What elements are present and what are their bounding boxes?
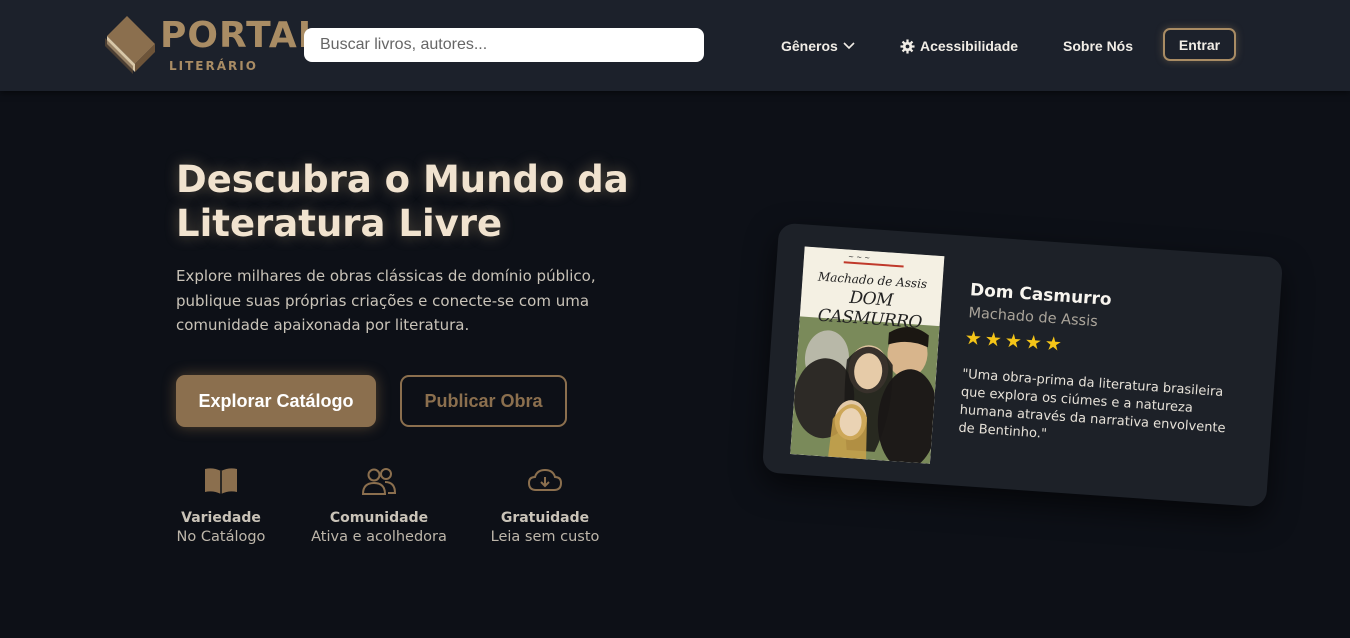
star-icon: ★ bbox=[983, 328, 1003, 352]
gear-icon bbox=[900, 38, 915, 54]
cover-publisher-mark: ~ ~ ~ bbox=[847, 252, 871, 263]
hero-description: Explore milhares de obras clássicas de d… bbox=[176, 267, 596, 334]
book-quote: "Uma obra-prima da literatura brasileira… bbox=[957, 366, 1227, 442]
book-logo-icon bbox=[105, 16, 155, 74]
users-icon bbox=[361, 468, 397, 495]
star-icon: ★ bbox=[1023, 331, 1043, 355]
logo-title: PORTAL bbox=[160, 15, 322, 56]
nav-generos-label: Gêneros bbox=[781, 38, 838, 54]
top-navbar: PORTAL LITERÁRIO Gêneros Acessibilidade … bbox=[0, 0, 1350, 91]
nav-acessibilidade[interactable]: Acessibilidade bbox=[900, 36, 1018, 56]
star-icon: ★ bbox=[1043, 332, 1063, 356]
feature-comunidade-title: Comunidade bbox=[329, 510, 429, 526]
nav-acessibilidade-label: Acessibilidade bbox=[920, 38, 1019, 54]
search-input[interactable] bbox=[304, 28, 704, 62]
hero-title: Descubra o Mundo da Literatura Livre bbox=[176, 158, 629, 245]
logo-subtitle: LITERÁRIO bbox=[169, 59, 258, 73]
star-icon: ★ bbox=[963, 326, 983, 351]
feature-variedade-subtitle: No Catálogo bbox=[176, 529, 266, 545]
feature-gratuidade-title: Gratuidade bbox=[500, 510, 590, 526]
chevron-down-icon bbox=[843, 42, 855, 50]
portal-literario-logo[interactable]: PORTAL LITERÁRIO bbox=[103, 14, 321, 76]
nav-sobre-nos[interactable]: Sobre Nós bbox=[1063, 36, 1133, 56]
book-open-icon bbox=[205, 468, 237, 494]
nav-generos-dropdown[interactable]: Gêneros bbox=[781, 36, 855, 56]
featured-book-card[interactable]: ~ ~ ~ Machado de Assis DOM CASMURRO Dom … bbox=[761, 222, 1284, 508]
feature-gratuidade: Gratuidade Leia sem custo bbox=[465, 464, 625, 545]
feature-variedade: Variedade No Catálogo bbox=[141, 464, 301, 545]
feature-comunidade: Comunidade Ativa e acolhedora bbox=[299, 464, 459, 545]
book-cover: ~ ~ ~ Machado de Assis DOM CASMURRO bbox=[790, 246, 945, 464]
feature-gratuidade-subtitle: Leia sem custo bbox=[490, 529, 600, 545]
feature-comunidade-subtitle: Ativa e acolhedora bbox=[311, 529, 447, 545]
cloud-download-icon bbox=[527, 468, 563, 491]
nav-sobre-label: Sobre Nós bbox=[1063, 38, 1134, 54]
book-author: Machado de Assis bbox=[967, 305, 1099, 331]
publish-work-button[interactable]: Publicar Obra bbox=[400, 375, 567, 427]
star-rating: ★ ★ ★ ★ ★ bbox=[963, 326, 1063, 356]
star-icon: ★ bbox=[1003, 329, 1023, 353]
explore-catalog-button[interactable]: Explorar Catálogo bbox=[176, 375, 376, 427]
login-button[interactable]: Entrar bbox=[1163, 28, 1236, 61]
book-title: Dom Casmurro bbox=[969, 280, 1113, 311]
feature-variedade-title: Variedade bbox=[181, 510, 261, 526]
